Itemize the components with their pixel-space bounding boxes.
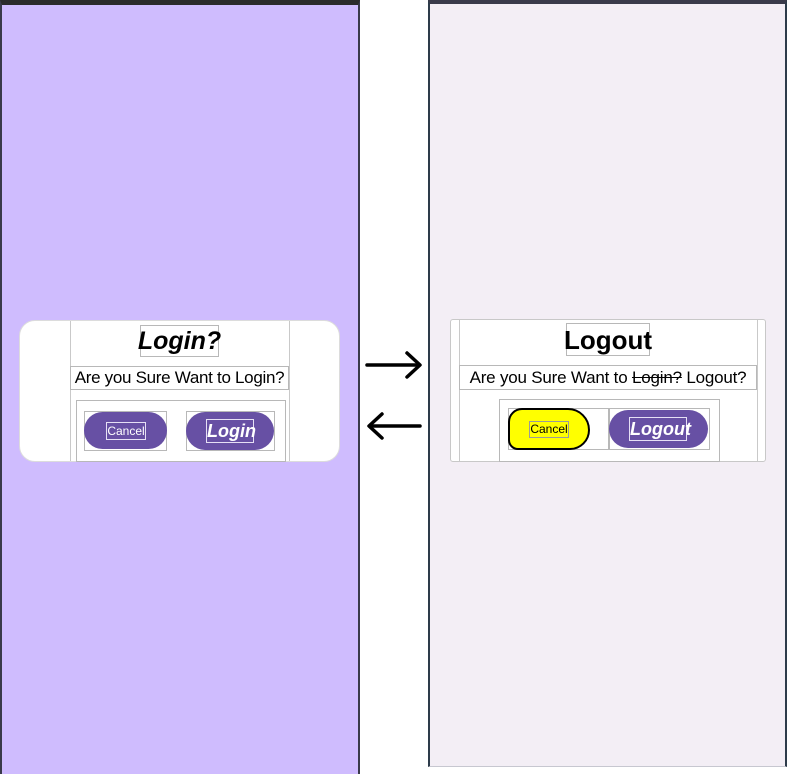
arrow-left-icon — [367, 412, 422, 440]
cancel-button[interactable]: Cancel — [84, 412, 167, 449]
message-struck-text: Login? — [631, 368, 682, 387]
login-dialog-title: Login? — [137, 327, 222, 355]
login-button-label: Login — [206, 419, 256, 443]
cancel-button-highlighted[interactable]: Cancel — [508, 408, 590, 450]
arrow-right-icon — [365, 351, 422, 379]
cancel-button-label: Cancel — [106, 422, 146, 440]
layout-guide — [757, 320, 758, 461]
logout-dialog-message: Are you Sure Want to Login? Logout? — [459, 367, 757, 389]
logout-button-label: Logout — [629, 417, 691, 441]
login-dialog: Login? Are you Sure Want to Login? Cance… — [19, 320, 340, 462]
message-suffix: Logout? — [681, 368, 747, 387]
message-prefix: Are you Sure Want to — [469, 368, 632, 387]
cancel-button-label: Cancel — [529, 421, 569, 438]
logout-button[interactable]: Logout — [609, 410, 708, 448]
logout-dialog: Logout Are you Sure Want to Login? Logou… — [450, 319, 766, 462]
login-dialog-message: Are you Sure Want to Login? — [74, 368, 285, 387]
logout-dialog-title: Logout — [563, 325, 653, 355]
layout-guide — [289, 321, 290, 461]
login-button[interactable]: Login — [186, 412, 274, 450]
